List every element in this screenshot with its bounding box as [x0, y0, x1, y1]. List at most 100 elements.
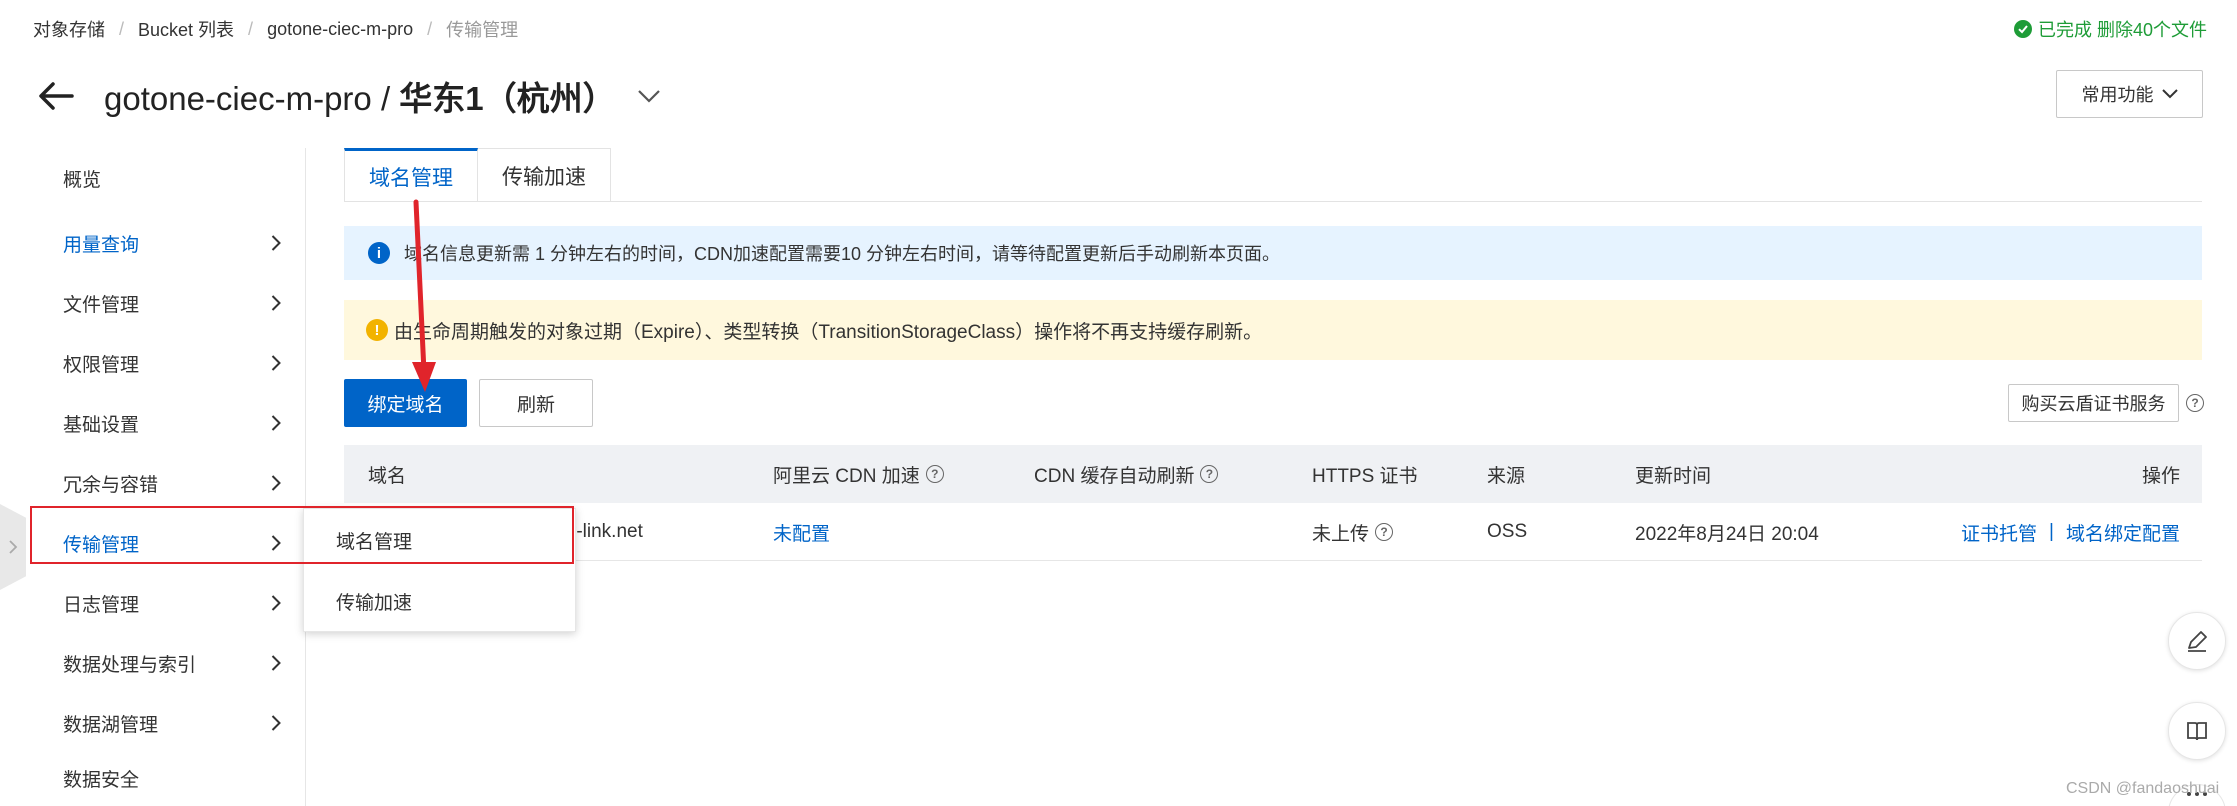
page-title: gotone-ciec-m-pro / 华东1（杭州） [104, 72, 616, 120]
cell-source: OSS [1487, 521, 1528, 542]
breadcrumb-item-oss[interactable]: 对象存储 [33, 16, 105, 42]
info-notice: i 域名信息更新需 1 分钟左右的时间，CDN加速配置需要10 分钟左右时间，请… [344, 226, 2202, 280]
sidebar-item-label: 用量查询 [63, 234, 140, 256]
sidebar-item-label: 概览 [63, 169, 102, 191]
common-functions-label: 常用功能 [2081, 85, 2154, 105]
column-header-domain: 域名 [368, 465, 407, 487]
task-status-text: 已完成 删除40个文件 [2037, 20, 2207, 40]
sidebar-item-overview[interactable]: 概览 [30, 148, 306, 208]
sidebar-item-label: 冗余与容错 [63, 474, 159, 496]
submenu-item-label: 域名管理 [336, 531, 413, 553]
submenu-item-domain-management[interactable]: 域名管理 [304, 509, 575, 571]
common-functions-button[interactable]: 常用功能 [2056, 70, 2203, 118]
help-icon[interactable]: ? [1200, 465, 1219, 483]
check-circle-icon [2013, 20, 2032, 38]
submenu-item-transfer-acceleration[interactable]: 传输加速 [304, 571, 575, 631]
chevron-right-icon [266, 713, 286, 733]
tab-transfer-acceleration[interactable]: 传输加速 [478, 148, 611, 202]
tab-divider [344, 201, 2202, 202]
cell-ops: 证书托管 | 域名绑定配置 [1961, 503, 2180, 561]
column-header-updated: 更新时间 [1635, 465, 1712, 487]
refresh-button[interactable]: 刷新 [479, 379, 593, 427]
breadcrumb-separator: / [427, 18, 433, 39]
task-status[interactable]: 已完成 删除40个文件 [2013, 16, 2207, 42]
breadcrumb: 对象存储 / Bucket 列表 / gotone-ciec-m-pro / 传… [33, 16, 518, 42]
sidebar-item-usage[interactable]: 用量查询 [30, 213, 306, 273]
chevron-down-icon[interactable] [634, 81, 664, 111]
bind-domain-button[interactable]: 绑定域名 [344, 379, 467, 427]
breadcrumb-separator: / [248, 18, 254, 39]
breadcrumb-item-bucket[interactable]: gotone-ciec-m-pro [267, 19, 413, 40]
bucket-region: 华东1（杭州） [399, 80, 616, 117]
sidebar: 概览 用量查询 文件管理 权限管理 基础设置 冗余与容错 传输管理 日志管理 数… [0, 148, 306, 806]
edit-icon [2188, 631, 2207, 652]
sidebar-item-label: 文件管理 [63, 294, 140, 316]
annotation-arrow [412, 199, 436, 392]
column-header-https: HTTPS 证书 [1312, 465, 1418, 487]
chevron-right-icon [266, 233, 286, 253]
breadcrumb-separator: / [119, 18, 125, 39]
warning-icon: ! [366, 319, 388, 341]
sidebar-item-label: 基础设置 [63, 414, 140, 436]
watermark: CSDN @fandaoshuai [2066, 780, 2220, 797]
chevron-right-icon [266, 293, 286, 313]
sidebar-item-permissions[interactable]: 权限管理 [30, 333, 306, 393]
back-arrow-icon[interactable] [36, 76, 76, 116]
column-header-auto-refresh: CDN 缓存自动刷新 ? [1034, 445, 1219, 503]
sidebar-item-label: 数据安全 [63, 769, 140, 791]
chevron-right-icon [266, 533, 286, 553]
sidebar-item-data-security[interactable]: 数据安全 [30, 748, 306, 806]
table-header: 域名 阿里云 CDN 加速 ? CDN 缓存自动刷新 ? HTTPS 证书 来源… [344, 445, 2202, 503]
sidebar-item-label: 传输管理 [63, 534, 140, 556]
sidebar-item-logs[interactable]: 日志管理 [30, 573, 306, 633]
sidebar-item-label: 数据处理与索引 [63, 654, 197, 676]
warning-notice: ! 由生命周期触发的对象过期（Expire）、类型转换（TransitionSt… [344, 300, 2202, 360]
sidebar-item-data-processing[interactable]: 数据处理与索引 [30, 633, 306, 693]
help-icon[interactable]: ? [925, 465, 944, 483]
sidebar-item-label: 数据湖管理 [63, 714, 159, 736]
buy-cert-button[interactable]: 购买云盾证书服务 [2008, 384, 2179, 422]
breadcrumb-item-bucket-list[interactable]: Bucket 列表 [138, 16, 234, 42]
tab-label: 域名管理 [369, 166, 453, 190]
column-header-cdn: 阿里云 CDN 加速 ? [773, 445, 944, 503]
info-icon: i [368, 242, 390, 264]
sidebar-item-transfer[interactable]: 传输管理 [30, 513, 306, 573]
help-icon[interactable]: ? [1375, 523, 1394, 541]
bucket-name: gotone-ciec-m-pro / [104, 80, 400, 117]
chevron-right-icon [266, 593, 286, 613]
submenu-item-label: 传输加速 [336, 592, 413, 614]
chevron-right-icon [266, 353, 286, 373]
sidebar-item-data-lake[interactable]: 数据湖管理 [30, 693, 306, 753]
sidebar-item-redundancy[interactable]: 冗余与容错 [30, 453, 306, 513]
transfer-submenu: 域名管理 传输加速 [303, 508, 576, 632]
chevron-right-icon [266, 653, 286, 673]
cell-cdn-link[interactable]: 未配置 [773, 503, 830, 561]
column-header-source: 来源 [1487, 465, 1526, 487]
ops-separator: | [2049, 521, 2054, 542]
tab-bar: 域名管理 传输加速 [344, 148, 611, 202]
tab-label: 传输加速 [502, 165, 586, 189]
book-icon [2187, 722, 2207, 741]
sidebar-item-label: 日志管理 [63, 594, 140, 616]
domain-table: 域名 阿里云 CDN 加速 ? CDN 缓存自动刷新 ? HTTPS 证书 来源… [344, 445, 2202, 561]
sidebar-item-basic-settings[interactable]: 基础设置 [30, 393, 306, 453]
docs-button[interactable] [2168, 702, 2226, 760]
chevron-down-icon [2161, 89, 2178, 99]
warning-notice-text: 由生命周期触发的对象过期（Expire）、类型转换（TransitionStor… [394, 321, 1263, 343]
cell-domain: r-link.net [570, 521, 643, 542]
cell-updated: 2022年8月24日 20:04 [1635, 523, 1819, 545]
column-header-ops: 操作 [2141, 465, 2180, 487]
chevron-right-icon [266, 413, 286, 433]
cert-hosting-link[interactable]: 证书托管 [1961, 519, 2037, 546]
chevron-right-icon [266, 473, 286, 493]
info-notice-text: 域名信息更新需 1 分钟左右的时间，CDN加速配置需要10 分钟左右时间，请等待… [404, 244, 1281, 264]
help-icon[interactable]: ? [2186, 394, 2204, 412]
sidebar-item-label: 权限管理 [63, 354, 140, 376]
feedback-button[interactable] [2168, 612, 2226, 670]
page-header: gotone-ciec-m-pro / 华东1（杭州） [36, 72, 664, 120]
sidebar-item-files[interactable]: 文件管理 [30, 273, 306, 333]
breadcrumb-current: 传输管理 [446, 20, 519, 40]
domain-binding-config-link[interactable]: 域名绑定配置 [2066, 519, 2180, 546]
cell-https: 未上传 ? [1312, 503, 1394, 561]
tab-domain-management[interactable]: 域名管理 [344, 148, 478, 202]
